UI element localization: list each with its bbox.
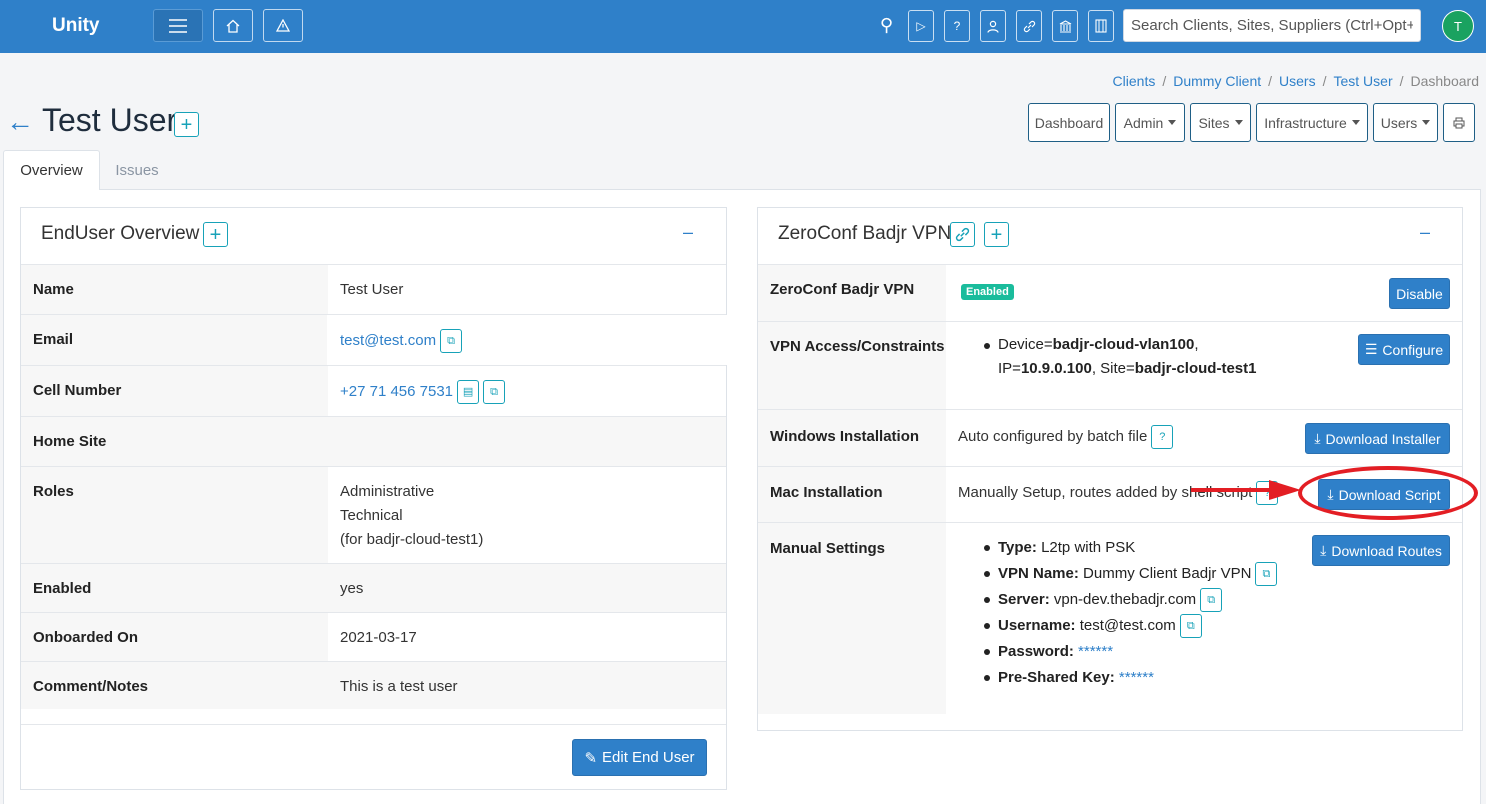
cell-number-link[interactable]: +27 71 456 7531 bbox=[340, 383, 453, 400]
caret-down-icon bbox=[1234, 120, 1243, 125]
search-icon[interactable]: ⚲ bbox=[880, 15, 893, 36]
alerts-button[interactable] bbox=[263, 9, 303, 42]
menu-toggle-button[interactable] bbox=[153, 9, 203, 42]
copy-icon[interactable]: ⧉ bbox=[440, 329, 463, 354]
tab-issues[interactable]: Issues bbox=[101, 150, 173, 190]
card-title: ZeroConf Badjr VPN bbox=[778, 223, 952, 244]
row-email: Email test@test.com ⧉ bbox=[21, 314, 727, 365]
caret-down-icon bbox=[1168, 120, 1177, 125]
edit-end-user-button[interactable]: ✎ Edit End User bbox=[572, 739, 707, 776]
breadcrumb-clients[interactable]: Clients bbox=[1113, 73, 1156, 89]
breadcrumb-test-user[interactable]: Test User bbox=[1333, 73, 1392, 89]
access-list: Device=badjr-cloud-vlan100, IP=10.9.0.10… bbox=[984, 333, 1256, 381]
link-icon bbox=[1023, 20, 1035, 32]
sites-dropdown[interactable]: Sites bbox=[1190, 103, 1251, 142]
card-title: EndUser Overview bbox=[41, 223, 200, 244]
row-cell-number: Cell Number +27 71 456 7531 ▤ ⧉ bbox=[21, 365, 726, 416]
home-icon bbox=[226, 19, 240, 33]
annotation-ellipse bbox=[1298, 466, 1478, 520]
collapse-icon[interactable]: – bbox=[1420, 222, 1430, 243]
configure-button[interactable]: ☰ Configure bbox=[1358, 334, 1450, 365]
name-value: Test User bbox=[340, 281, 404, 298]
row-enabled: Enabled yes bbox=[21, 563, 726, 612]
users-dropdown[interactable]: Users bbox=[1373, 103, 1438, 142]
copy-icon[interactable]: ⧉ bbox=[1255, 562, 1278, 587]
row-home-site: Home Site bbox=[21, 416, 726, 466]
roles-value: Administrative Technical (for badjr-clou… bbox=[340, 483, 484, 548]
sms-icon[interactable]: ▤ bbox=[457, 380, 480, 405]
download-installer-button[interactable]: ⤓ Download Installer bbox=[1305, 423, 1450, 454]
email-link[interactable]: test@test.com bbox=[340, 332, 436, 349]
row-manual-settings: Manual Settings Type: L2tp with PSK VPN … bbox=[758, 522, 1462, 715]
row-vpn-status: ZeroConf Badjr VPN Enabled Disable bbox=[758, 264, 1462, 321]
dashboard-button[interactable]: Dashboard bbox=[1028, 103, 1110, 142]
copy-icon[interactable]: ⧉ bbox=[1179, 614, 1202, 639]
link-icon bbox=[955, 227, 970, 242]
list-icon: ☰ bbox=[1364, 341, 1378, 357]
user-icon bbox=[987, 20, 999, 33]
plus-icon: + bbox=[180, 113, 193, 136]
building-button[interactable] bbox=[1088, 10, 1114, 42]
print-icon bbox=[1453, 117, 1465, 128]
help-button[interactable]: ? bbox=[944, 10, 970, 42]
top-navbar: Unity ⚲ ▷ ? T bbox=[0, 0, 1486, 53]
download-icon: ⤓ bbox=[1314, 430, 1321, 446]
alert-icon bbox=[276, 19, 290, 32]
enduser-overview-card: EndUser Overview + – Name Test User Emai… bbox=[20, 207, 727, 790]
help-icon[interactable]: ? bbox=[1151, 425, 1174, 450]
global-search-input[interactable] bbox=[1123, 9, 1421, 42]
download-icon: ⤓ bbox=[1320, 542, 1327, 558]
tab-overview[interactable]: Overview bbox=[3, 150, 100, 190]
caret-down-icon bbox=[1351, 120, 1360, 125]
password-masked[interactable]: ****** bbox=[1078, 643, 1113, 660]
edit-icon: ✎ bbox=[584, 749, 598, 767]
user-avatar[interactable]: T bbox=[1442, 10, 1474, 42]
menu-icon bbox=[169, 18, 187, 33]
copy-icon[interactable]: ⧉ bbox=[483, 380, 506, 405]
home-button[interactable] bbox=[213, 9, 253, 42]
link-button[interactable] bbox=[1016, 10, 1042, 42]
row-comment-notes: Comment/Notes This is a test user bbox=[21, 661, 726, 709]
page-title: Test User bbox=[42, 102, 178, 138]
brand-logo[interactable]: Unity bbox=[52, 15, 100, 37]
breadcrumb-dummy-client[interactable]: Dummy Client bbox=[1173, 73, 1261, 89]
manual-settings-list: Type: L2tp with PSK VPN Name: Dummy Clie… bbox=[984, 535, 1278, 691]
building-icon bbox=[1095, 19, 1107, 33]
breadcrumb-users[interactable]: Users bbox=[1279, 73, 1316, 89]
back-arrow-icon[interactable]: ← bbox=[6, 106, 34, 138]
annotation-arrow bbox=[1191, 480, 1301, 500]
bank-icon bbox=[1059, 19, 1071, 33]
print-button[interactable] bbox=[1443, 103, 1475, 142]
row-windows-installation: Windows Installation Auto configured by … bbox=[758, 409, 1462, 466]
copy-icon[interactable]: ⧉ bbox=[1200, 588, 1223, 613]
bank-button[interactable] bbox=[1052, 10, 1078, 42]
row-roles: Roles Administrative Technical (for badj… bbox=[21, 466, 726, 563]
download-routes-button[interactable]: ⤓ Download Routes bbox=[1312, 535, 1450, 566]
status-badge: Enabled bbox=[961, 284, 1014, 300]
row-name: Name Test User bbox=[21, 264, 726, 314]
add-overview-button[interactable]: + bbox=[203, 222, 228, 247]
row-vpn-access: VPN Access/Constraints Device=badjr-clou… bbox=[758, 321, 1462, 409]
breadcrumb: Clients / Dummy Client / Users / Test User /… bbox=[1112, 73, 1480, 89]
admin-dropdown[interactable]: Admin bbox=[1115, 103, 1185, 142]
psk-masked[interactable]: ****** bbox=[1119, 669, 1154, 686]
plus-icon: + bbox=[990, 223, 1003, 246]
add-vpn-button[interactable]: + bbox=[984, 222, 1009, 247]
row-onboarded-on: Onboarded On 2021-03-17 bbox=[21, 612, 726, 661]
breadcrumb-dashboard: Dashboard bbox=[1410, 73, 1480, 89]
infrastructure-dropdown[interactable]: Infrastructure bbox=[1256, 103, 1368, 142]
add-button[interactable]: + bbox=[174, 112, 199, 137]
user-button[interactable] bbox=[980, 10, 1006, 42]
plus-icon: + bbox=[209, 223, 222, 246]
vpn-link-button[interactable] bbox=[950, 222, 975, 247]
video-icon: ▷ bbox=[916, 19, 926, 33]
help-icon: ? bbox=[953, 19, 961, 33]
disable-button[interactable]: Disable bbox=[1389, 278, 1450, 309]
collapse-icon[interactable]: – bbox=[683, 222, 693, 243]
caret-down-icon bbox=[1422, 120, 1431, 125]
video-button[interactable]: ▷ bbox=[908, 10, 934, 42]
